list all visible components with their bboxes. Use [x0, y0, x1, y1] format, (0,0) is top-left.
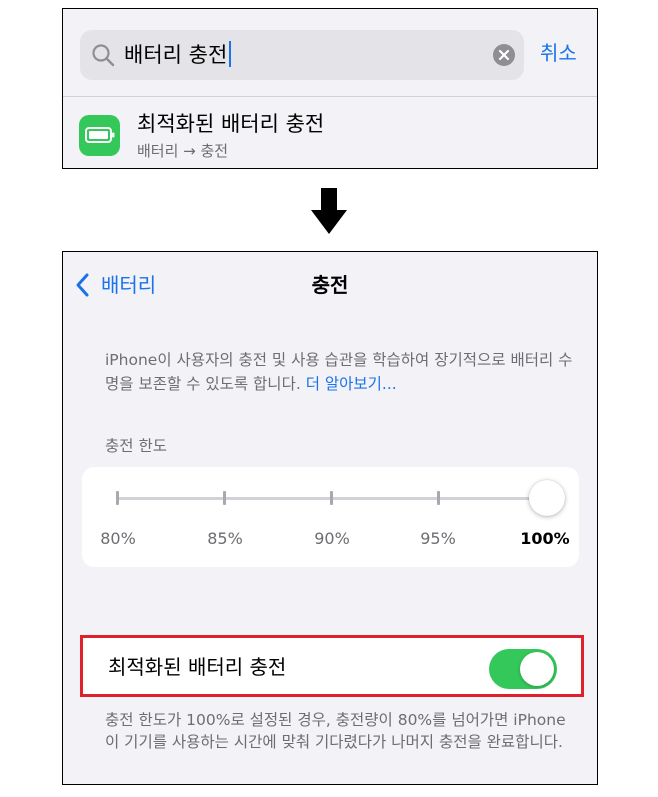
charge-limit-slider[interactable]: 80% 85% 90% 95% 100%	[82, 467, 579, 567]
slider-tick	[330, 491, 333, 505]
result-path: 배터리 → 충전	[137, 142, 229, 160]
tick-label-100: 100%	[520, 529, 570, 548]
search-result-optimized-charging[interactable]: 최적화된 배터리 충전 배터리 → 충전	[63, 97, 597, 169]
search-icon	[92, 44, 115, 67]
arrow-down-icon	[311, 188, 347, 234]
toggle-knob	[520, 652, 554, 686]
search-panel: 배터리 충전 취소 최적화된 배터리 충전 배터리 → 충전	[62, 8, 598, 169]
slider-tick	[223, 491, 226, 505]
page-title: 충전	[311, 273, 349, 297]
cancel-button[interactable]: 취소	[540, 39, 577, 67]
search-query: 배터리 충전	[124, 41, 232, 69]
slider-tick	[116, 491, 119, 505]
slider-thumb[interactable]	[529, 480, 565, 516]
tick-label-85: 85%	[207, 529, 243, 548]
result-title: 최적화된 배터리 충전	[137, 112, 325, 136]
battery-icon	[85, 127, 115, 143]
text-caret	[229, 41, 232, 67]
tick-label-80: 80%	[100, 529, 136, 548]
slider-tick	[437, 491, 440, 505]
charging-description: iPhone이 사용자의 충전 및 사용 습관을 학습하여 장기적으로 배터리 …	[105, 348, 575, 396]
charge-limit-header: 충전 한도	[105, 437, 167, 455]
optimized-charging-toggle[interactable]	[489, 649, 557, 689]
search-input[interactable]: 배터리 충전	[80, 30, 524, 80]
battery-settings-icon	[79, 115, 120, 156]
slider-track[interactable]	[117, 497, 549, 500]
optimized-charging-label: 최적화된 배터리 충전	[108, 655, 287, 679]
tick-label-95: 95%	[420, 529, 456, 548]
clear-icon[interactable]	[492, 43, 516, 67]
optimized-charging-footer: 충전 한도가 100%로 설정된 경우, 충전량이 80%를 넘어가면 iPho…	[105, 711, 566, 751]
charging-settings-panel: 배터리 충전 iPhone이 사용자의 충전 및 사용 습관을 학습하여 장기적…	[62, 251, 598, 785]
optimized-charging-row: 최적화된 배터리 충전	[80, 635, 584, 697]
tick-label-90: 90%	[314, 529, 350, 548]
learn-more-link[interactable]: 더 알아보기...	[306, 375, 397, 393]
